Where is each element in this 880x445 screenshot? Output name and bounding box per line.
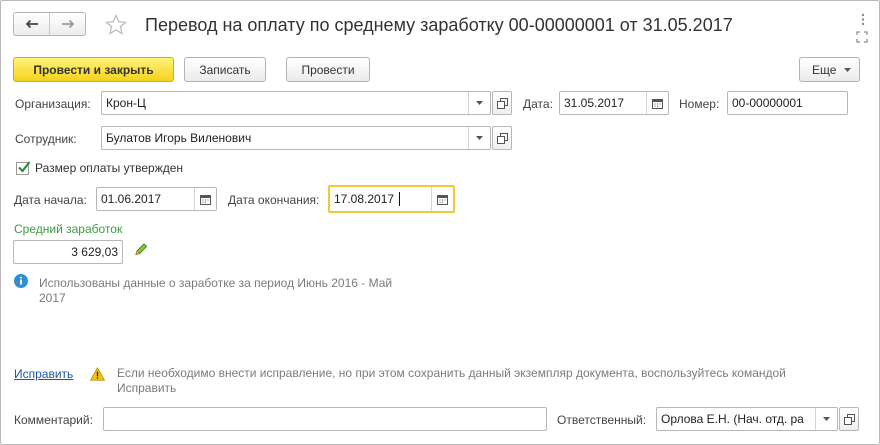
pencil-icon bbox=[135, 243, 148, 256]
open-icon bbox=[496, 132, 508, 144]
responsible-label: Ответственный: bbox=[557, 413, 647, 427]
favorite-button[interactable] bbox=[104, 13, 128, 37]
chevron-down-icon bbox=[476, 101, 483, 105]
approved-checkbox[interactable] bbox=[16, 160, 31, 175]
organization-dropdown-button[interactable] bbox=[468, 92, 490, 114]
end-date-calendar-button[interactable] bbox=[431, 187, 453, 211]
chevron-down-icon bbox=[823, 417, 830, 421]
date-field[interactable]: 31.05.2017 bbox=[559, 91, 669, 115]
info-text-line2: 2017 bbox=[39, 291, 66, 305]
end-date-value: 17.08.2017 bbox=[334, 192, 395, 206]
responsible-open-button[interactable] bbox=[839, 407, 859, 431]
text-caret bbox=[399, 192, 400, 206]
checkmark-icon bbox=[18, 160, 31, 173]
warning-icon bbox=[89, 366, 106, 381]
post-and-close-button[interactable]: Провести и закрыть bbox=[13, 57, 174, 82]
warning-icon-wrap bbox=[89, 366, 106, 381]
arrow-right-icon bbox=[61, 19, 74, 29]
more-label: Еще bbox=[812, 62, 837, 77]
comment-value bbox=[104, 408, 546, 430]
responsible-value: Орлова Е.Н. (Нач. отд. ра bbox=[661, 412, 804, 426]
post-button[interactable]: Провести bbox=[286, 57, 370, 82]
employee-dropdown-button[interactable] bbox=[468, 127, 490, 149]
employee-open-button[interactable] bbox=[492, 126, 512, 150]
arrow-left-icon bbox=[25, 19, 38, 29]
date-value: 31.05.2017 bbox=[564, 96, 625, 110]
warning-text-line1: Если необходимо внести исправление, но п… bbox=[117, 366, 786, 380]
date-label: Дата: bbox=[523, 97, 553, 111]
maximize-button[interactable] bbox=[855, 30, 869, 44]
start-date-field[interactable]: 01.06.2017 bbox=[96, 187, 217, 211]
number-field[interactable]: 00-00000001 bbox=[727, 91, 848, 115]
avg-earnings-label: Средний заработок bbox=[14, 222, 123, 236]
end-date-label: Дата окончания: bbox=[228, 193, 320, 207]
end-date-field[interactable]: 17.08.2017 bbox=[328, 185, 455, 213]
organization-value: Крон-Ц bbox=[106, 96, 146, 110]
calendar-icon bbox=[200, 194, 211, 205]
chevron-down-icon bbox=[476, 136, 483, 140]
warning-text-line2: Исправить bbox=[117, 381, 177, 395]
info-icon bbox=[14, 274, 28, 288]
info-icon-wrap bbox=[14, 274, 28, 288]
forward-button[interactable] bbox=[49, 13, 85, 35]
organization-field[interactable]: Крон-Ц bbox=[101, 91, 491, 115]
employee-label: Сотрудник: bbox=[15, 132, 77, 146]
start-date-calendar-button[interactable] bbox=[194, 188, 216, 210]
organization-label: Организация: bbox=[15, 97, 91, 111]
organization-open-button[interactable] bbox=[492, 91, 512, 115]
date-calendar-button[interactable] bbox=[646, 92, 668, 114]
employee-value: Булатов Игорь Виленович bbox=[106, 131, 252, 145]
calendar-icon bbox=[437, 194, 448, 205]
menu-button[interactable] bbox=[856, 12, 870, 26]
open-icon bbox=[843, 413, 855, 425]
open-icon bbox=[496, 97, 508, 109]
approved-checkbox-row[interactable]: Размер оплаты утвержден bbox=[16, 160, 184, 175]
avg-earnings-field[interactable]: 3 629,03 bbox=[13, 240, 123, 264]
number-label: Номер: bbox=[679, 97, 720, 111]
responsible-dropdown-button[interactable] bbox=[815, 408, 837, 430]
info-text-line1: Использованы данные о заработке за перио… bbox=[39, 276, 393, 290]
comment-field[interactable] bbox=[103, 407, 547, 431]
navigation-group bbox=[13, 12, 86, 36]
back-button[interactable] bbox=[14, 13, 49, 35]
kebab-icon bbox=[861, 13, 865, 25]
chevron-down-icon bbox=[844, 67, 852, 72]
star-icon bbox=[104, 14, 128, 35]
employee-field[interactable]: Булатов Игорь Виленович bbox=[101, 126, 491, 150]
approved-label: Размер оплаты утвержден bbox=[35, 161, 184, 175]
start-date-label: Дата начала: bbox=[14, 193, 87, 207]
edit-avg-button[interactable] bbox=[133, 242, 149, 258]
responsible-field[interactable]: Орлова Е.Н. (Нач. отд. ра bbox=[656, 407, 838, 431]
more-button[interactable]: Еще bbox=[799, 57, 860, 82]
window-title: Перевод на оплату по среднему заработку … bbox=[145, 15, 733, 35]
save-button[interactable]: Записать bbox=[184, 57, 266, 82]
start-date-value: 01.06.2017 bbox=[101, 192, 162, 206]
maximize-icon bbox=[856, 31, 868, 43]
comment-label: Комментарий: bbox=[14, 413, 93, 427]
avg-earnings-value: 3 629,03 bbox=[71, 245, 118, 259]
calendar-icon bbox=[652, 98, 663, 109]
correct-link[interactable]: Исправить bbox=[14, 367, 73, 381]
number-value: 00-00000001 bbox=[732, 96, 803, 110]
